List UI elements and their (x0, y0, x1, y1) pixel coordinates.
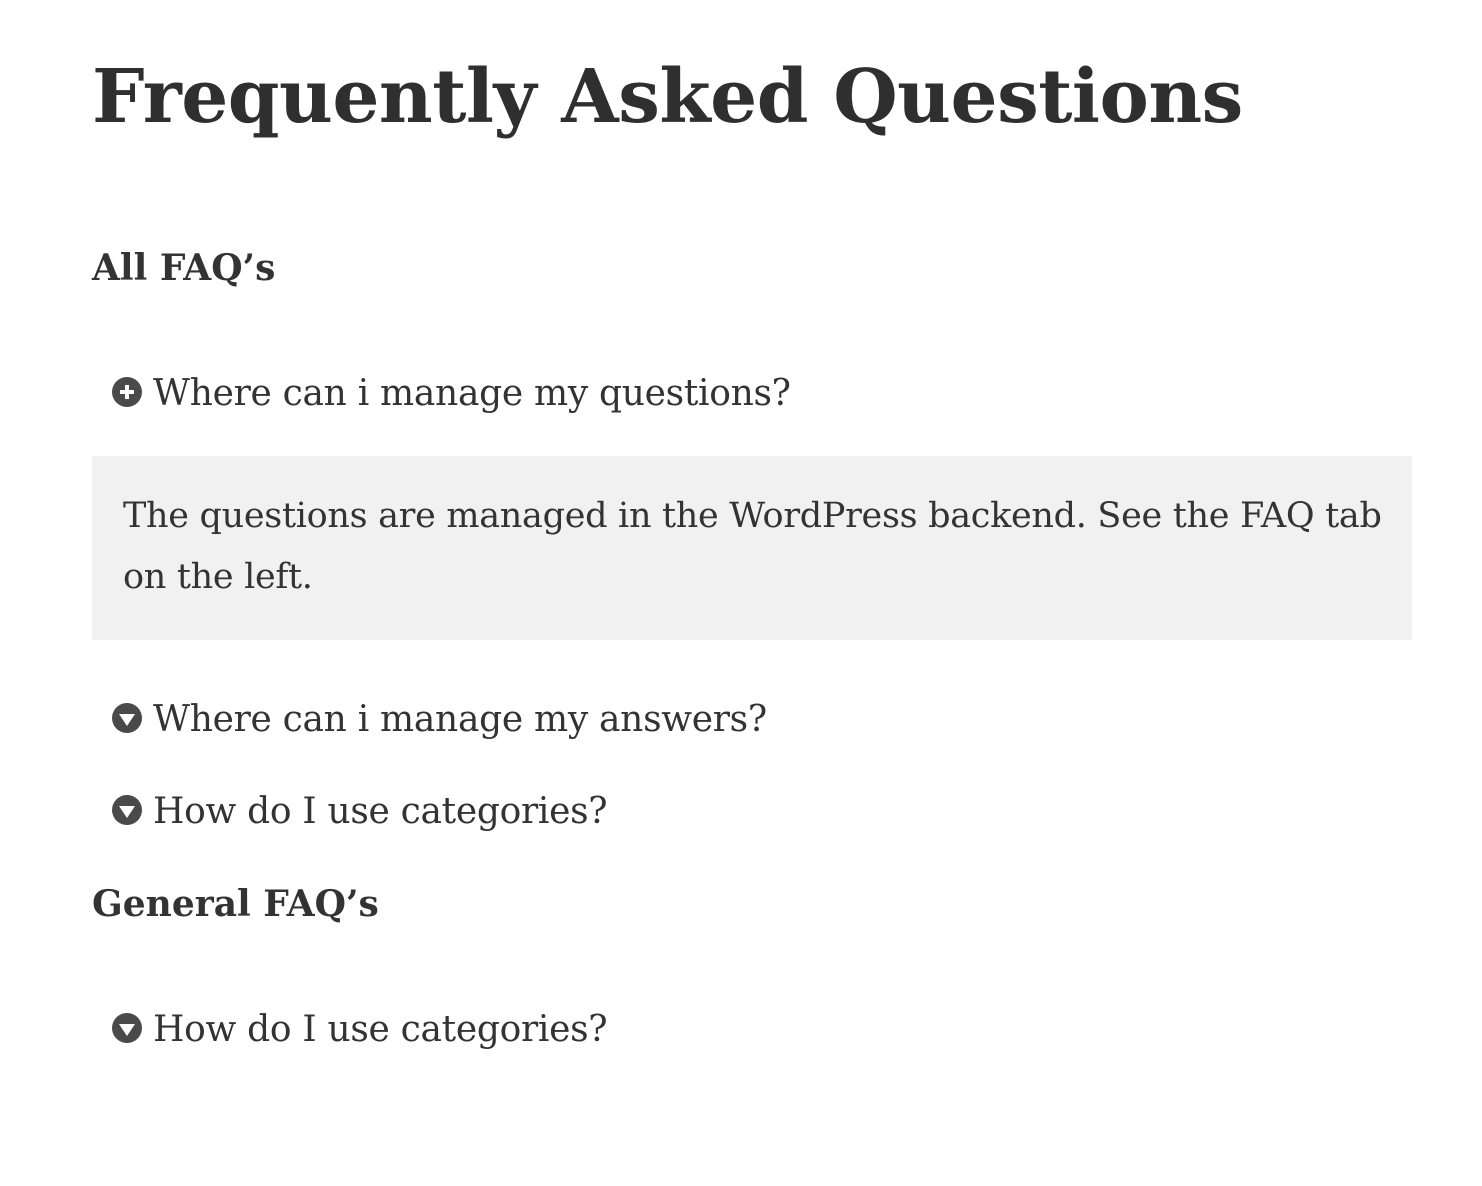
faq-question-label: How do I use categories? (153, 791, 608, 832)
faq-answer-text: The questions are managed in the WordPre… (123, 496, 1382, 597)
faq-question-manage-questions[interactable]: Where can i manage my questions? (112, 372, 791, 416)
faq-question-label: Where can i manage my questions? (153, 373, 791, 414)
faq-question-general-use-categories[interactable]: How do I use categories? (112, 1008, 608, 1052)
plus-circle-icon (112, 377, 142, 407)
faq-answer-panel: The questions are managed in the WordPre… (92, 456, 1412, 640)
faq-question-label: How do I use categories? (153, 1009, 608, 1050)
page-title: Frequently Asked Questions (92, 54, 1243, 140)
faq-question-label: Where can i manage my answers? (153, 699, 767, 740)
section-heading-general-faqs: General FAQ’s (92, 883, 379, 925)
chevron-down-circle-icon (112, 795, 142, 825)
faq-question-manage-answers[interactable]: Where can i manage my answers? (112, 698, 767, 742)
faq-question-use-categories[interactable]: How do I use categories? (112, 790, 608, 834)
chevron-down-circle-icon (112, 703, 142, 733)
section-heading-all-faqs: All FAQ’s (92, 247, 276, 289)
chevron-down-circle-icon (112, 1013, 142, 1043)
